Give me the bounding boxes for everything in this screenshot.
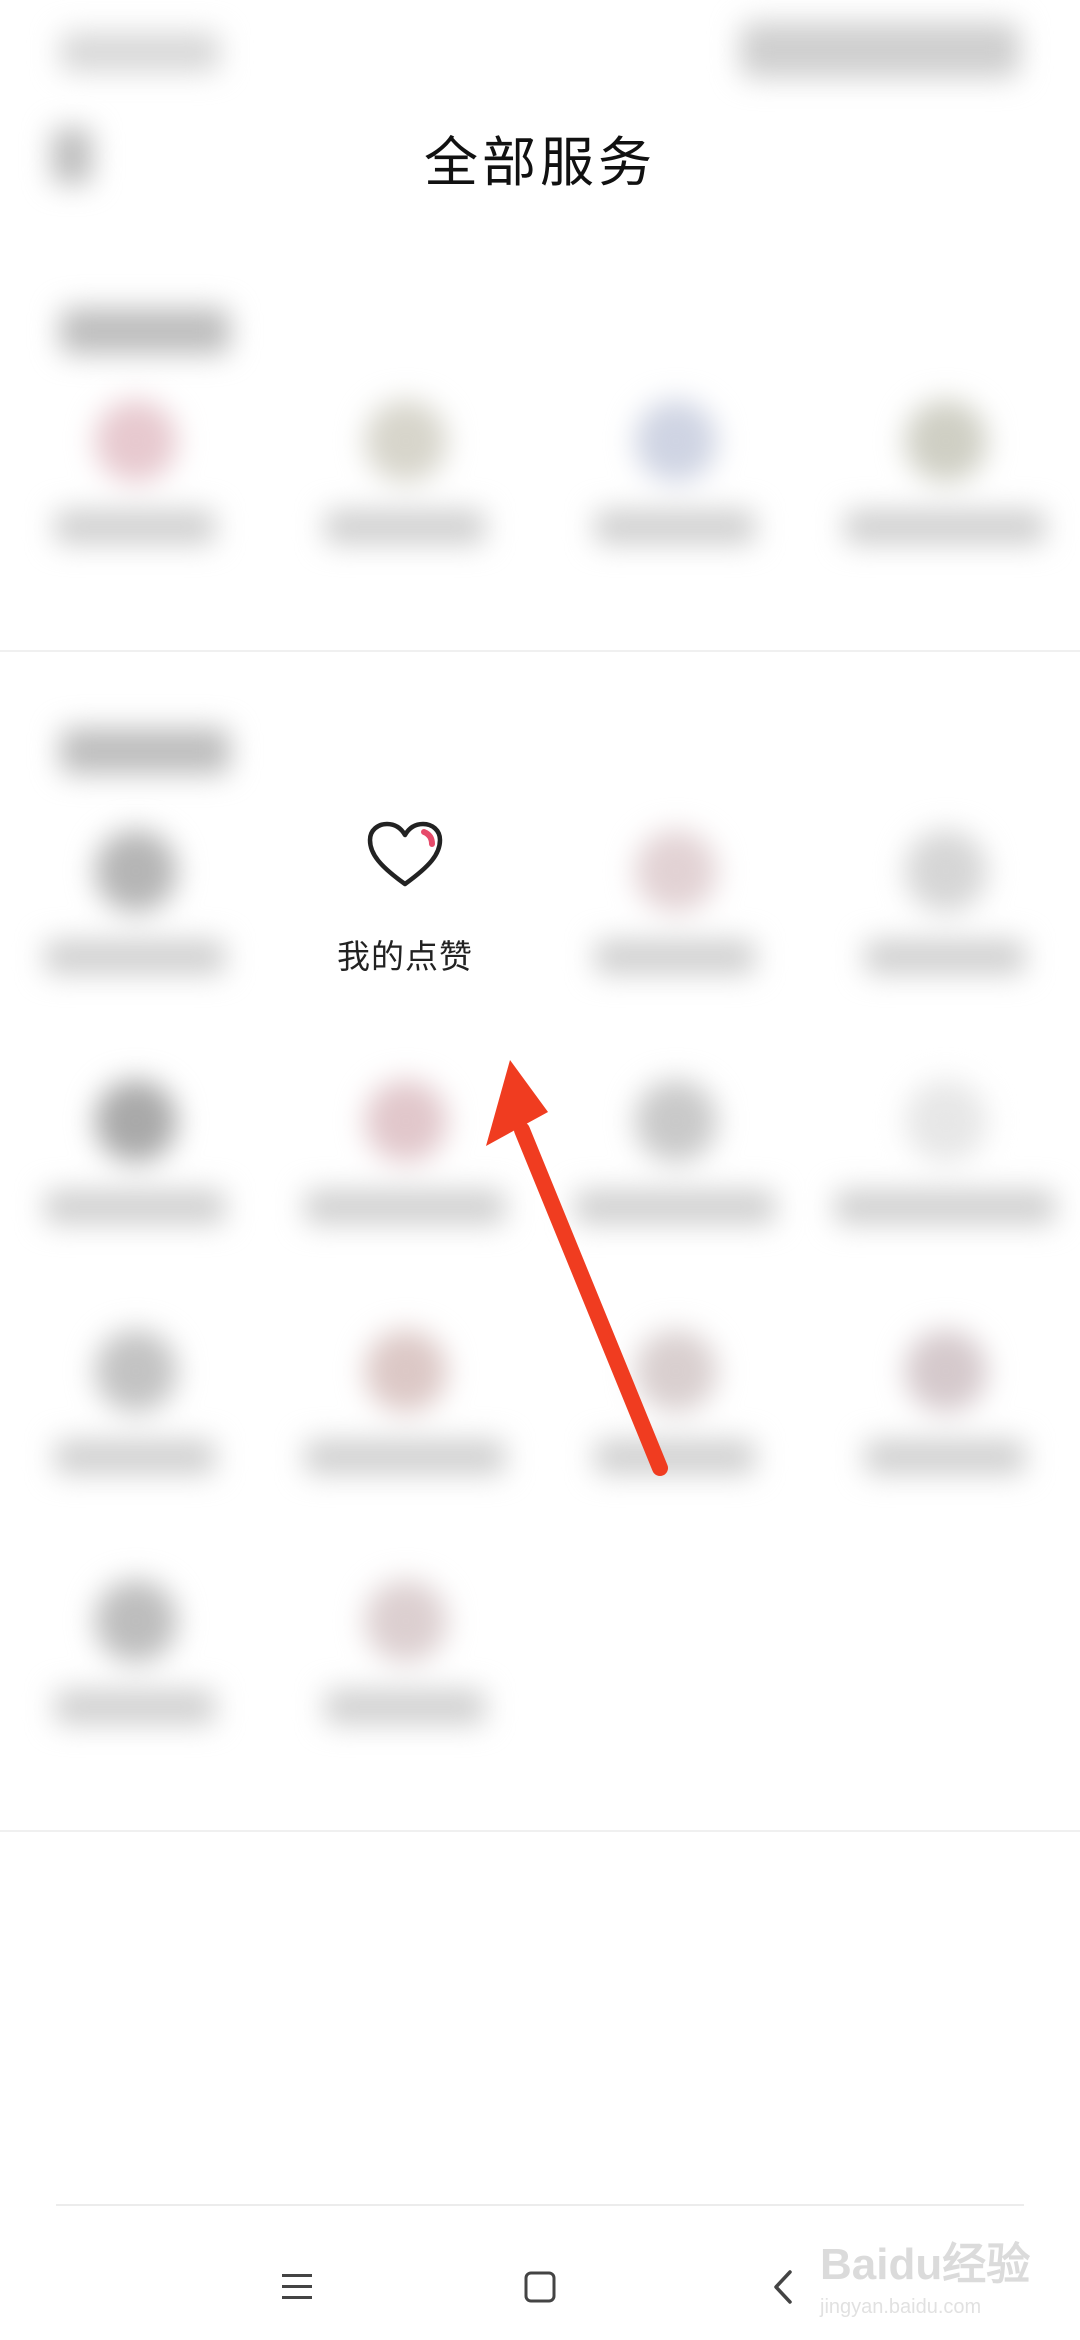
section-title — [60, 308, 230, 354]
menu-icon — [282, 2274, 312, 2299]
service-item[interactable] — [15, 1330, 255, 1530]
baidu-watermark: Baidu经验 jingyan.baidu.com — [820, 2228, 1060, 2328]
status-bar-right — [740, 22, 1020, 78]
menu-button[interactable] — [252, 2242, 342, 2332]
annotation-arrow — [486, 1060, 668, 1476]
service-item[interactable] — [825, 1330, 1065, 1530]
service-item[interactable] — [15, 400, 255, 600]
section-title — [60, 728, 230, 774]
service-item[interactable] — [15, 1080, 255, 1280]
navbar-divider — [56, 2204, 1024, 2206]
service-item[interactable] — [15, 1580, 255, 1780]
home-button[interactable] — [495, 2242, 585, 2332]
my-likes-button[interactable]: 我的点赞 — [300, 820, 510, 980]
heart-icon — [367, 821, 443, 887]
service-item[interactable] — [285, 400, 525, 600]
back-nav-button[interactable] — [738, 2242, 828, 2332]
service-item[interactable] — [825, 400, 1065, 600]
home-square-icon — [524, 2271, 556, 2303]
service-item[interactable] — [285, 1580, 525, 1780]
status-bar-left — [60, 32, 220, 72]
my-likes-label: 我的点赞 — [337, 937, 473, 976]
service-item[interactable] — [555, 830, 795, 1030]
service-item[interactable] — [15, 830, 255, 1030]
service-item[interactable] — [825, 1080, 1065, 1280]
service-item[interactable] — [555, 400, 795, 600]
page-title: 全部服务 — [424, 131, 656, 194]
watermark-url: jingyan.baidu.com — [820, 2296, 982, 2318]
section-divider — [0, 1830, 1080, 1832]
section-divider — [0, 650, 1080, 652]
service-item[interactable] — [825, 830, 1065, 1030]
watermark-text: Baidu经验 — [820, 2240, 1031, 2289]
back-chevron-icon — [774, 2270, 792, 2304]
